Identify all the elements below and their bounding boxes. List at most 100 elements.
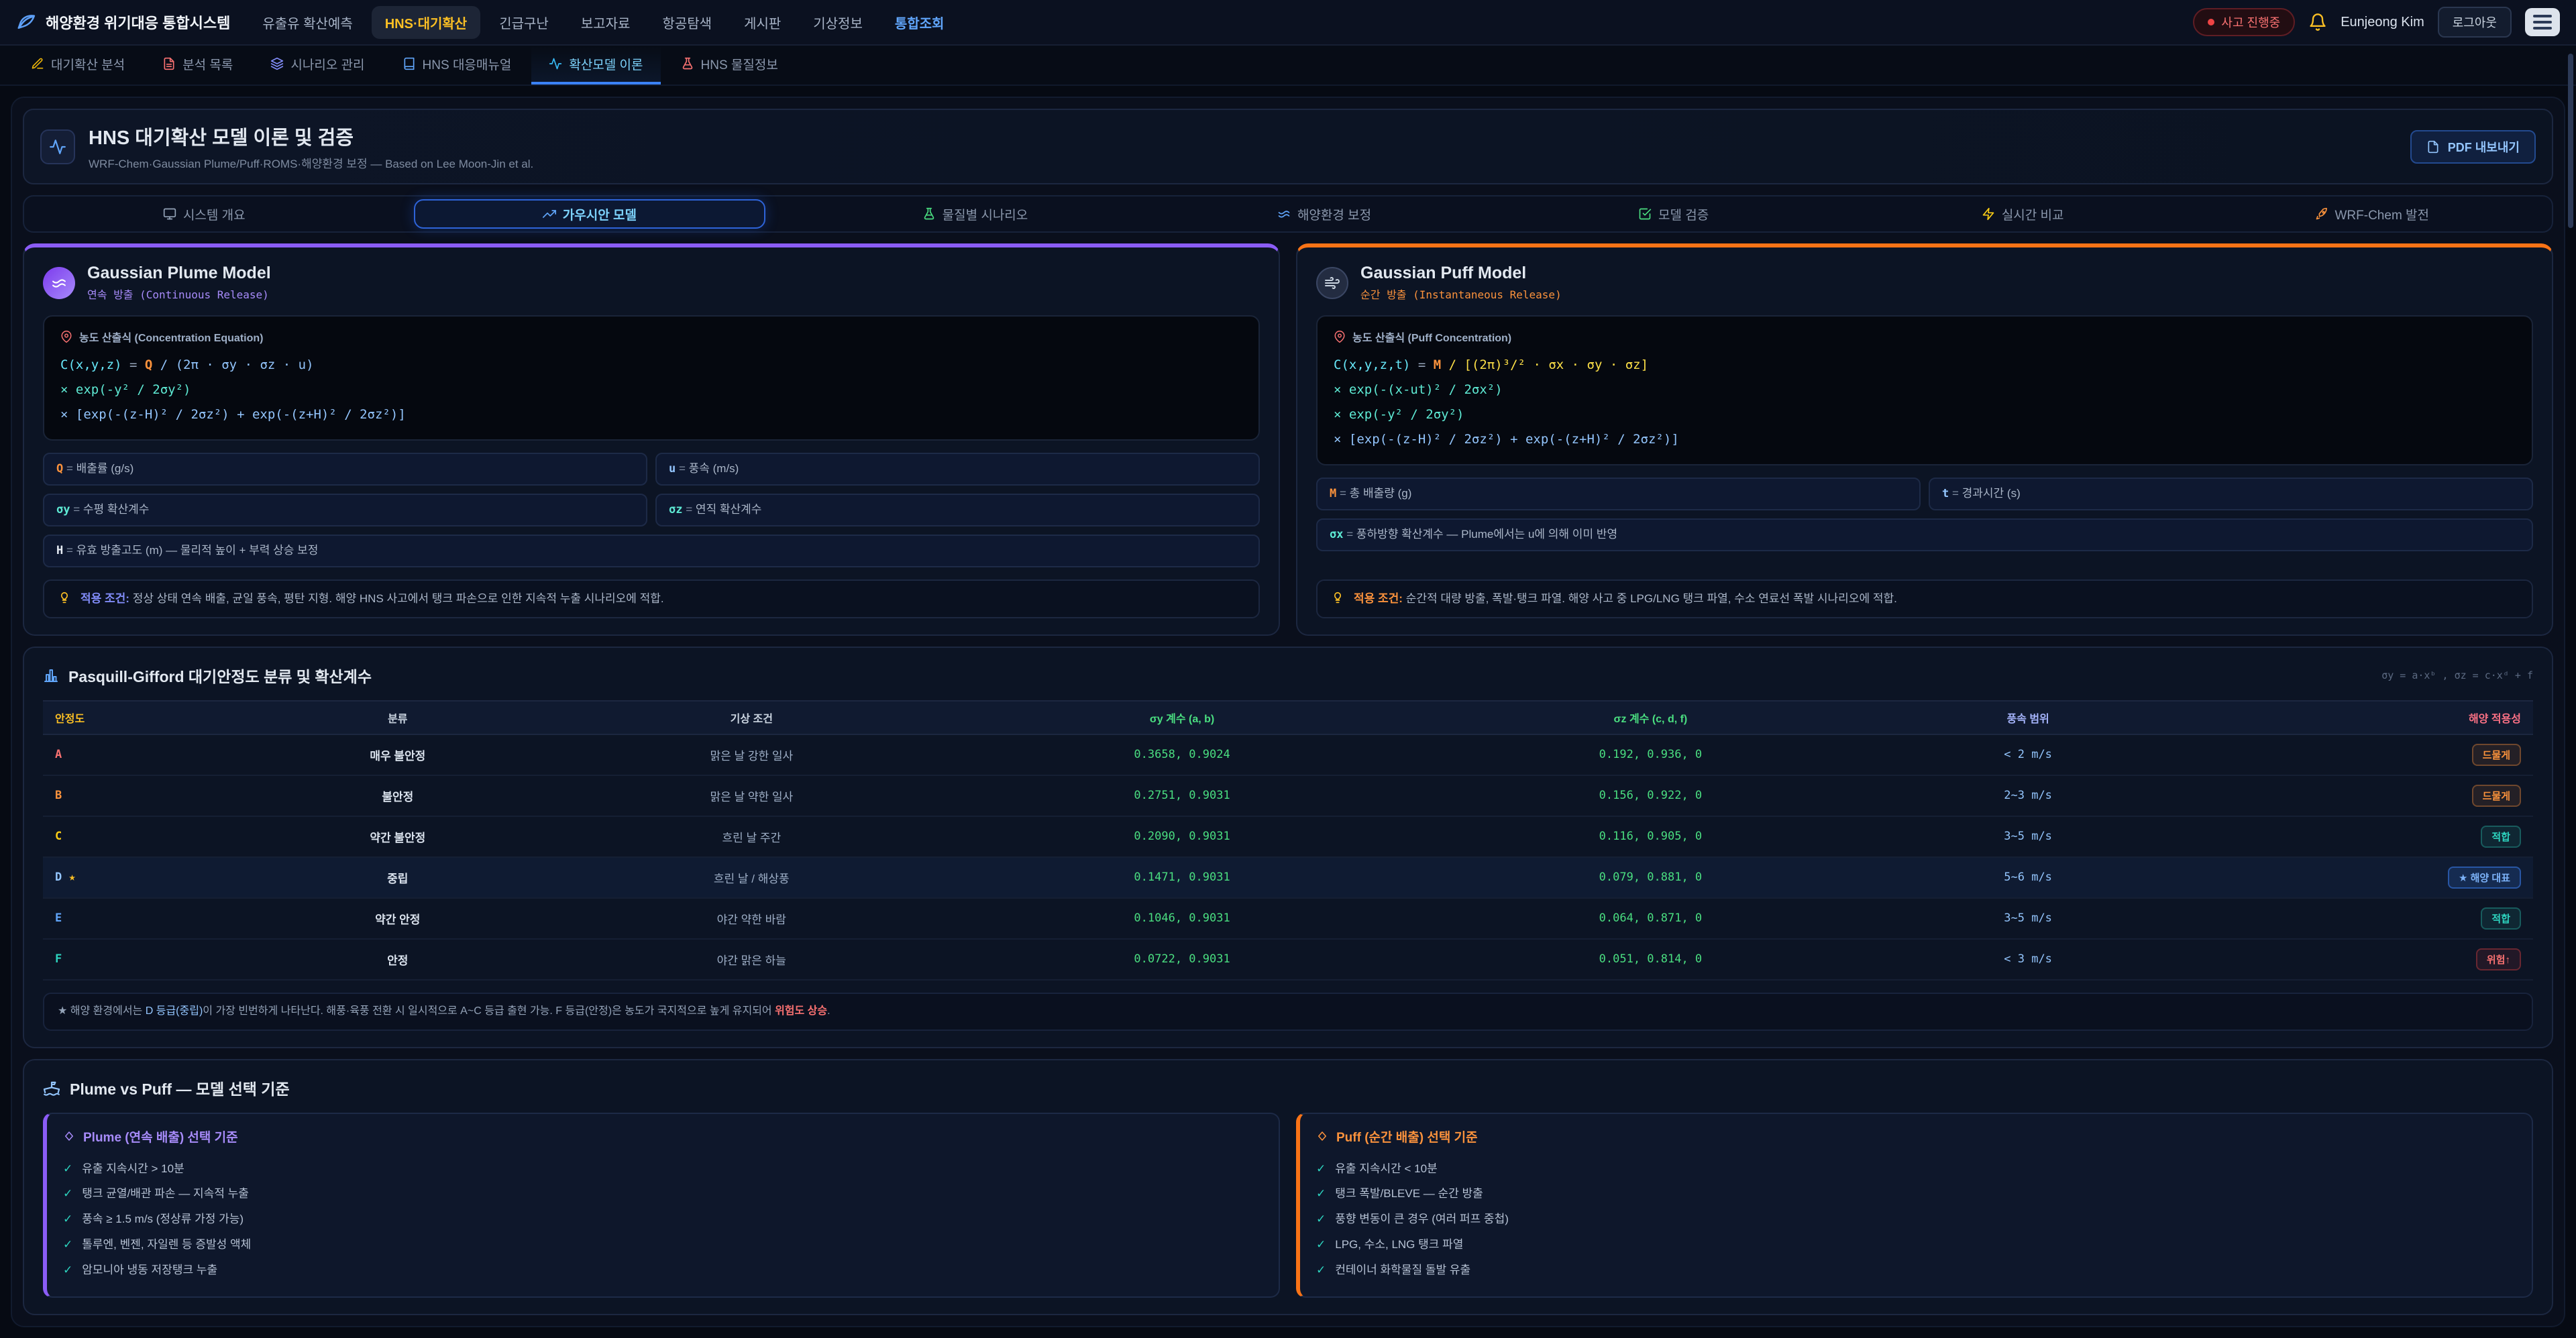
pin-icon <box>60 331 72 343</box>
rocket-icon <box>2315 207 2328 221</box>
nav-item[interactable]: 기상정보 <box>800 6 876 39</box>
diamond-icon <box>1316 1130 1328 1142</box>
file-icon <box>2426 140 2440 154</box>
check-icon: ✓ <box>63 1237 72 1253</box>
layers-icon <box>270 57 284 70</box>
equation-line: × exp(-(x-ut)² / 2σx²) <box>1334 378 2516 402</box>
table-row: A매우 불안정맑은 날 강한 일사0.3658, 0.90240.192, 0.… <box>43 734 2533 775</box>
table-footnote: ★ 해양 환경에서는 D 등급(중립)이 가장 빈번하게 나타난다. 해풍·육풍… <box>43 993 2533 1031</box>
page-title: HNS 대기확산 모델 이론 및 검증 <box>89 122 533 150</box>
module-tabbar: 대기확산 분석분석 목록시나리오 관리HNS 대응매뉴얼확산모델 이론HNS 물… <box>0 46 2576 86</box>
table-header-cell: 해양 적용성 <box>2165 701 2533 734</box>
model-title: Gaussian Puff Model <box>1360 264 1562 283</box>
page-subtitle: WRF-Chem·Gaussian Plume/Puff·ROMS·해양환경 보… <box>89 154 533 171</box>
variable-pill: H = 유효 방출고도 (m) — 물리적 높이 + 부력 상승 보정 <box>43 535 1260 567</box>
puff-model-card: Gaussian Puff Model 순간 방출 (Instantaneous… <box>1296 243 2553 636</box>
incident-status-badge[interactable]: 사고 진행중 <box>2193 8 2295 36</box>
wave-icon <box>51 275 67 291</box>
table-header-cell: 분류 <box>247 701 549 734</box>
app-logo[interactable]: 해양환경 위기대응 통합시스템 <box>16 11 230 33</box>
check-icon: ✓ <box>63 1262 72 1278</box>
check-square-icon <box>1638 207 1652 221</box>
puff-criteria-list: ✓유출 지속시간 < 10분✓탱크 폭발/BLEVE — 순간 방출✓풍향 변동… <box>1316 1156 2516 1283</box>
variable-pill: M = 총 배출량 (g) <box>1316 478 1921 510</box>
application-note: 적용 조건: 정상 상태 연속 배출, 균일 풍속, 평탄 지형. 해양 HNS… <box>43 579 1260 618</box>
model-cards-row: Gaussian Plume Model 연속 방출 (Continuous R… <box>23 243 2553 636</box>
top-navbar: 해양환경 위기대응 통합시스템 유출유 확산예측HNS·대기확산긴급구난보고자료… <box>0 0 2576 46</box>
criteria-item: ✓LPG, 수소, LNG 탱크 파열 <box>1316 1232 2516 1258</box>
diamond-icon <box>63 1130 75 1142</box>
check-icon: ✓ <box>63 1211 72 1227</box>
plume-criteria-card: Plume (연속 배출) 선택 기준 ✓유출 지속시간 > 10분✓탱크 균열… <box>43 1113 1280 1298</box>
tab[interactable]: 대기확산 분석 <box>13 46 142 85</box>
nav-item[interactable]: 게시판 <box>731 6 794 39</box>
flask-icon <box>922 207 936 221</box>
monitor-icon <box>163 207 176 221</box>
nav-item[interactable]: HNS·대기확산 <box>372 6 481 39</box>
nav-item[interactable]: 항공탐색 <box>649 6 725 39</box>
tab[interactable]: 확산모델 이론 <box>531 46 660 85</box>
section-tab[interactable]: 물질별 시나리오 <box>800 197 1150 231</box>
plume-badge <box>43 267 75 299</box>
tab[interactable]: HNS 물질정보 <box>663 46 796 85</box>
table-row: C약간 불안정흐린 날 주간0.2090, 0.90310.116, 0.905… <box>43 816 2533 857</box>
nav-item[interactable]: 보고자료 <box>568 6 644 39</box>
incident-dot-icon <box>2208 19 2214 25</box>
variable-pill: Q = 배출률 (g/s) <box>43 453 647 486</box>
variable-grid: M = 총 배출량 (g)t = 경과시간 (s)σx = 풍하방향 확산계수 … <box>1316 478 2533 551</box>
table-row: E약간 안정야간 약한 바람0.1046, 0.90310.064, 0.871… <box>43 898 2533 939</box>
pencil-icon <box>31 57 44 70</box>
wave-icon <box>1277 207 1291 221</box>
section-tab[interactable]: 가우시안 모델 <box>414 199 766 229</box>
vertical-scrollbar[interactable] <box>2568 54 2573 228</box>
model-subtitle: 순간 방출 (Instantaneous Release) <box>1360 286 1562 302</box>
nav-item[interactable]: 긴급구난 <box>486 6 562 39</box>
activity-icon <box>549 57 562 70</box>
plume-model-card: Gaussian Plume Model 연속 방출 (Continuous R… <box>23 243 1280 636</box>
model-subtitle: 연속 방출 (Continuous Release) <box>87 286 271 302</box>
criteria-item: ✓유출 지속시간 < 10분 <box>1316 1156 2516 1182</box>
criteria-item: ✓톨루엔, 벤젠, 자일렌 등 증발성 액체 <box>63 1232 1263 1258</box>
tab[interactable]: 분석 목록 <box>145 46 250 85</box>
notification-bell-icon[interactable] <box>2308 13 2327 32</box>
logout-button[interactable]: 로그아웃 <box>2438 7 2512 38</box>
section-tab[interactable]: 실시간 비교 <box>1848 197 2198 231</box>
section-tab[interactable]: WRF-Chem 발전 <box>2197 197 2546 231</box>
bar-chart-icon <box>43 667 59 683</box>
table-header-cell: σz 계수 (c, d, f) <box>1410 701 1892 734</box>
applicability-badge: 위험↑ <box>2476 948 2521 970</box>
pdf-export-button[interactable]: PDF 내보내기 <box>2410 130 2536 164</box>
applicability-badge: 드물게 <box>2472 744 2521 766</box>
stability-table-card: Pasquill-Gifford 대기안정도 분류 및 확산계수 σy = a·… <box>23 647 2553 1048</box>
main-menu: 유출유 확산예측HNS·대기확산긴급구난보고자료항공탐색게시판기상정보통합조회 <box>249 6 2174 39</box>
stability-table: 안정도분류기상 조건σy 계수 (a, b)σz 계수 (c, d, f)풍속 … <box>43 700 2533 981</box>
equation-title: 농도 산출식 (Puff Concentration) <box>1352 329 1511 345</box>
tab[interactable]: 시나리오 관리 <box>253 46 382 85</box>
nav-item[interactable]: 통합조회 <box>881 6 958 39</box>
table-row: F안정야간 맑은 하늘0.0722, 0.90310.051, 0.814, 0… <box>43 939 2533 980</box>
tab[interactable]: HNS 대응매뉴얼 <box>385 46 529 85</box>
table-header-cell: 기상 조건 <box>549 701 955 734</box>
table-row: B불안정맑은 날 약한 일사0.2751, 0.90310.156, 0.922… <box>43 775 2533 816</box>
applicability-badge: 적합 <box>2481 826 2521 848</box>
equation-line: × exp(-y² / 2σy²) <box>60 378 1242 402</box>
table-header-cell: σy 계수 (a, b) <box>955 701 1410 734</box>
menu-icon[interactable] <box>2525 8 2560 36</box>
check-icon: ✓ <box>1316 1237 1326 1253</box>
section-tab[interactable]: 모델 검증 <box>1499 197 1848 231</box>
section-tabs: 시스템 개요 가우시안 모델 물질별 시나리오해양환경 보정모델 검증실시간 비교W… <box>23 195 2553 233</box>
check-icon: ✓ <box>63 1186 72 1202</box>
model-selection-card: Plume vs Puff — 모델 선택 기준 Plume (연속 배출) 선… <box>23 1059 2553 1315</box>
trend-icon <box>543 207 556 221</box>
app-title: 해양환경 위기대응 통합시스템 <box>46 11 230 33</box>
equation-line: C(x,y,z,t) = M / [(2π)³/² · σx · σy · σz… <box>1334 353 2516 378</box>
nav-item[interactable]: 유출유 확산예측 <box>249 6 366 39</box>
pin-icon <box>1334 331 1346 343</box>
equation-line: C(x,y,z) = Q / (2π · σy · σz · u) <box>60 353 1242 378</box>
section-tab[interactable]: 해양환경 보정 <box>1150 197 1499 231</box>
section-tab[interactable]: 시스템 개요 <box>30 197 379 231</box>
variable-pill: t = 경과시간 (s) <box>1929 478 2533 510</box>
wing-icon <box>16 12 36 32</box>
ship-icon <box>43 1079 60 1097</box>
incident-label: 사고 진행중 <box>2221 13 2280 31</box>
